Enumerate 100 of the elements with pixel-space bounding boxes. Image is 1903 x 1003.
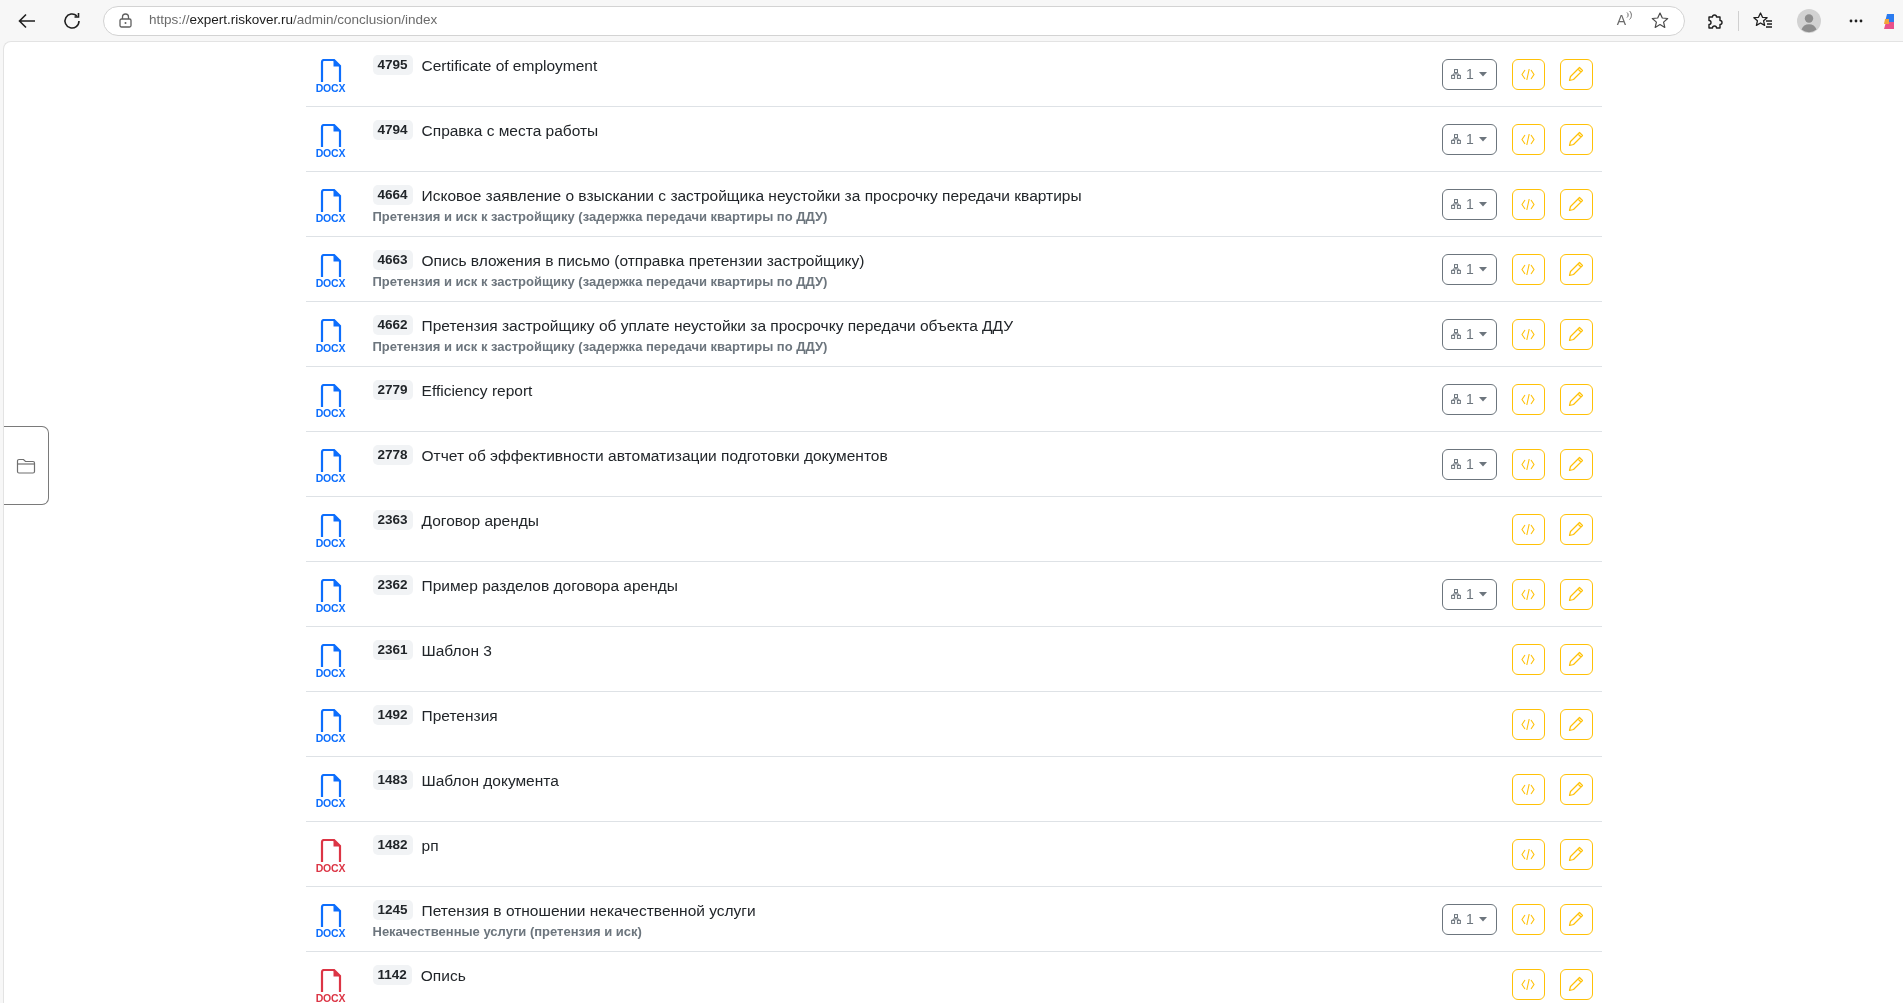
pencil-icon [1568,846,1584,862]
pencil-icon [1568,781,1584,797]
document-number: 2779 [372,380,413,400]
structure-dropdown-button[interactable]: 1 [1441,448,1497,480]
puzzle-icon [1706,11,1724,30]
code-button[interactable] [1511,58,1545,90]
structure-dropdown-button[interactable]: 1 [1441,318,1497,350]
file-type-label: DOCX [315,213,346,224]
code-button[interactable] [1511,513,1545,545]
caret-icon [1478,266,1487,272]
caret-icon [1478,396,1487,402]
caret-icon [1478,461,1487,467]
edit-button[interactable] [1559,383,1593,415]
hierarchy-icon [1451,134,1462,144]
file-type-label: DOCX [315,603,346,614]
document-title: Отчет об эффективности автоматизации подготовки документов [421,445,888,465]
document-title: Опись вложения в письмо (отправка претензии застройщику) [421,250,865,270]
read-aloud-button[interactable]: A [1616,10,1632,31]
structure-dropdown-button[interactable]: 1 [1441,253,1497,285]
edit-button[interactable] [1559,838,1593,870]
code-button[interactable] [1511,318,1545,350]
code-icon [1521,587,1535,601]
file-type-label: DOCX [315,538,346,549]
code-button[interactable] [1511,253,1545,285]
edit-button[interactable] [1559,123,1593,155]
edit-button[interactable] [1559,253,1593,285]
pencil-icon [1568,521,1584,537]
hierarchy-icon [1451,459,1462,469]
document-title: Efficiency report [421,380,533,400]
edit-button[interactable] [1559,513,1593,545]
caret-icon [1478,201,1487,207]
document-number: 1142 [372,965,412,985]
edit-button[interactable] [1559,188,1593,220]
reload-icon [63,11,81,30]
file-type-label: DOCX [315,993,346,1003]
edit-button[interactable] [1559,578,1593,610]
edit-button[interactable] [1559,773,1593,805]
structure-dropdown-button[interactable]: 1 [1441,383,1497,415]
edit-button[interactable] [1559,58,1593,90]
document-number: 4662 [372,315,413,335]
document-number: 4663 [372,250,413,270]
edit-button[interactable] [1559,643,1593,675]
code-icon [1521,392,1535,406]
code-button[interactable] [1511,903,1545,935]
file-type-label: DOCX [315,668,346,679]
file-type-label: DOCX [315,798,346,809]
code-button[interactable] [1511,383,1545,415]
structure-dropdown-button[interactable]: 1 [1441,58,1497,90]
address-bar[interactable]: https://expert.riskover.ru/admin/conclusion/index A [103,5,1685,36]
code-button[interactable] [1511,578,1545,610]
folder-icon [16,457,36,474]
document-number: 4664 [372,185,413,205]
edit-button[interactable] [1559,318,1593,350]
document-category: Претензия и иск к застройщику (задержка передачи квартиры по ДДУ) [372,339,829,355]
file-type-label: DOCX [315,343,346,354]
code-button[interactable] [1511,708,1545,740]
document-number: 1482 [372,835,413,855]
pencil-icon [1568,131,1584,147]
pencil-icon [1568,651,1584,667]
code-button[interactable] [1511,188,1545,220]
code-button[interactable] [1511,448,1545,480]
code-icon [1521,457,1535,471]
pencil-icon [1568,326,1584,342]
code-icon [1521,652,1535,666]
document-title: Претензия [421,705,498,725]
sound-waves-icon [1626,10,1632,20]
code-button[interactable] [1511,643,1545,675]
favorites-list-icon [1753,12,1773,29]
structure-dropdown-button[interactable]: 1 [1441,188,1497,220]
document-title: Certificate of employment [421,55,598,75]
hierarchy-icon [1451,329,1462,339]
star-icon [1651,12,1669,29]
structure-dropdown-button[interactable]: 1 [1441,578,1497,610]
file-type-label: DOCX [315,278,346,289]
edit-button[interactable] [1559,708,1593,740]
edit-button[interactable] [1559,448,1593,480]
pencil-icon [1568,66,1584,82]
file-type-label: DOCX [315,473,346,484]
code-button[interactable] [1511,838,1545,870]
code-icon [1521,977,1535,991]
edit-button[interactable] [1559,968,1593,1000]
document-title: Опись [420,965,466,985]
document-title: Шаблон 3 [421,640,492,660]
code-button[interactable] [1511,123,1545,155]
edit-button[interactable] [1559,903,1593,935]
caret-icon [1478,591,1487,597]
hierarchy-icon [1451,199,1462,209]
code-icon [1521,717,1535,731]
document-category: Претензия и иск к застройщику (задержка передачи квартиры по ДДУ) [372,274,829,290]
document-number: 1492 [372,705,413,725]
structure-dropdown-button[interactable]: 1 [1441,123,1497,155]
document-number: 4794 [372,120,413,140]
code-button[interactable] [1511,773,1545,805]
caret-icon [1478,331,1487,337]
pencil-icon [1568,911,1584,927]
document-category: Претензия и иск к застройщику (задержка передачи квартиры по ДДУ) [372,209,829,225]
code-button[interactable] [1511,968,1545,1000]
structure-dropdown-button[interactable]: 1 [1441,903,1497,935]
back-icon [18,12,36,29]
folder-tab[interactable] [4,426,49,505]
